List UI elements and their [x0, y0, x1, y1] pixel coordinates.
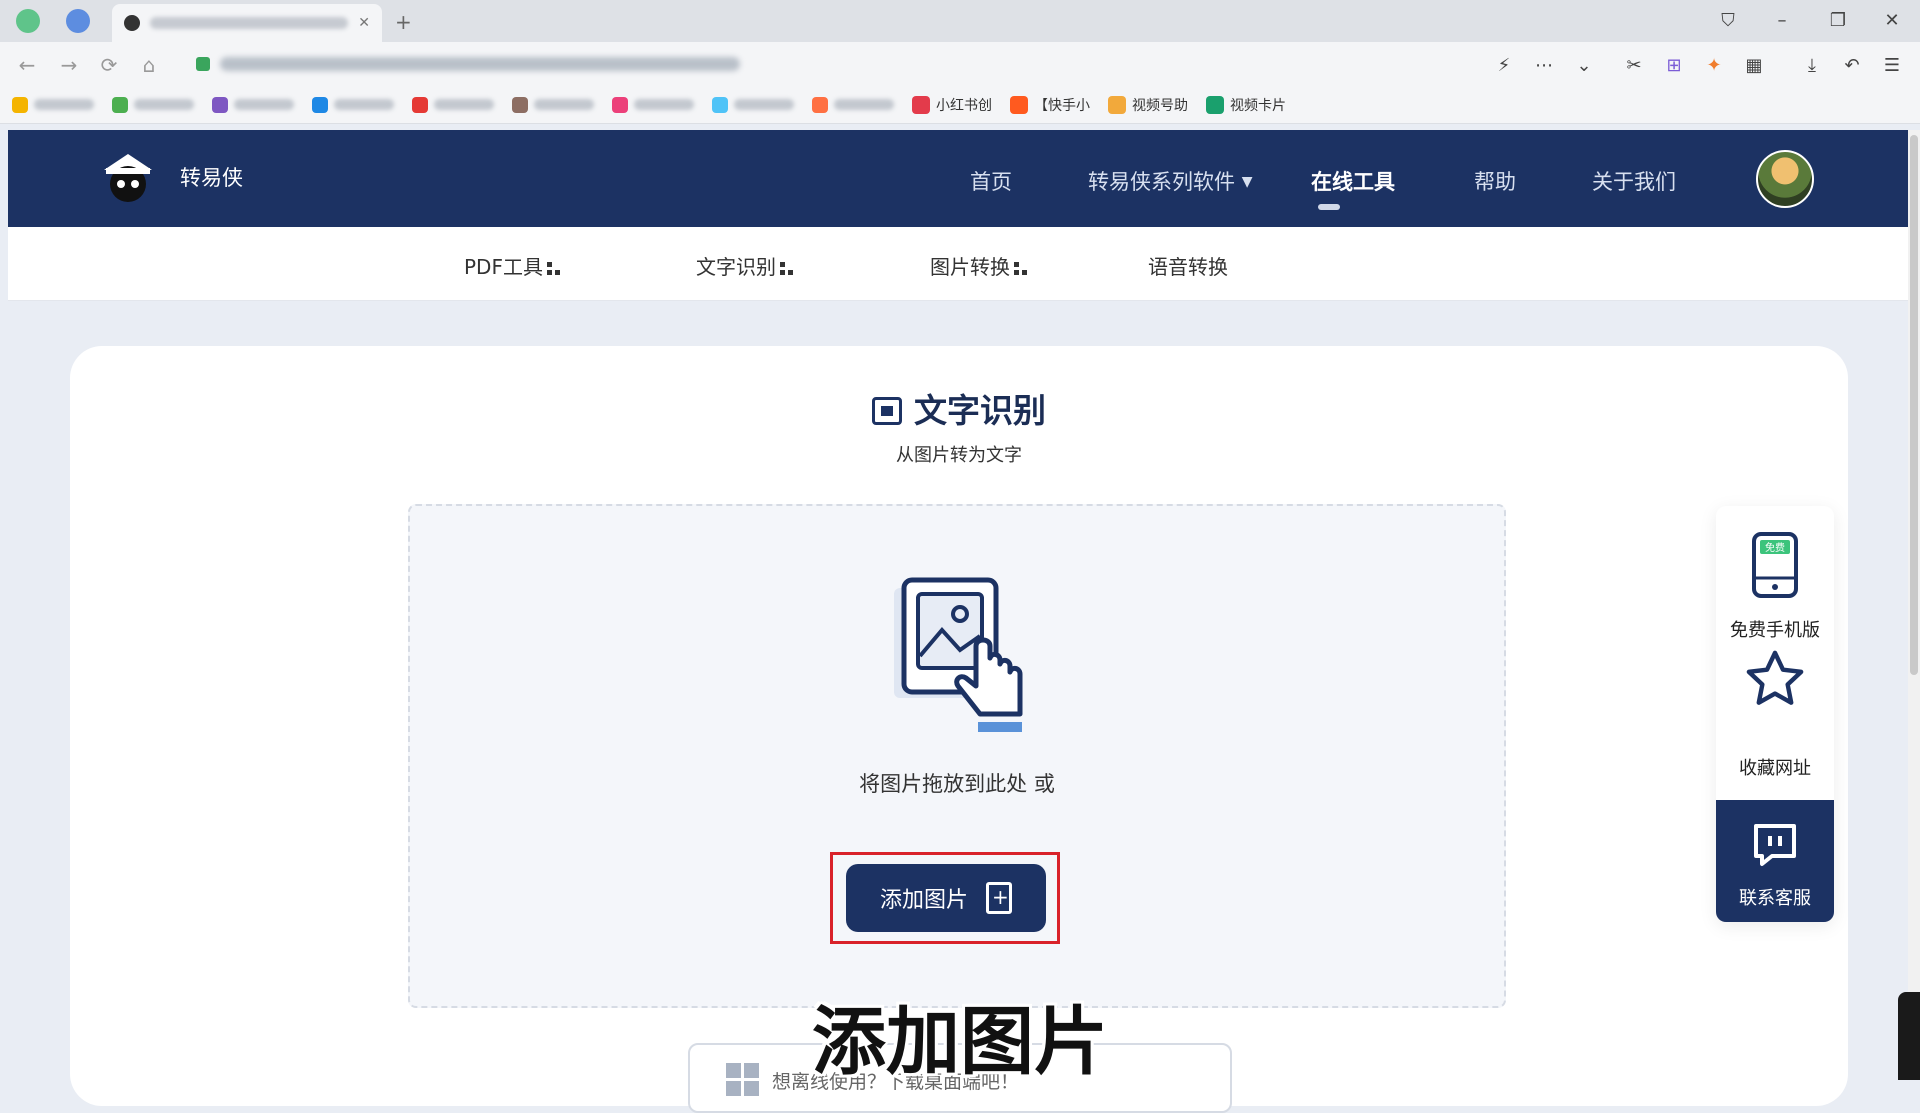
grid-icon [780, 262, 794, 276]
user-avatar[interactable] [1756, 150, 1814, 208]
free-mobile-version[interactable]: 免费 免费手机版 [1716, 506, 1834, 646]
floating-side-panel: 免费 免费手机版 收藏网址 联系客服 [1716, 506, 1834, 922]
subnav-ocr[interactable]: 文字识别 [696, 251, 794, 280]
nav-home[interactable]: 首页 [970, 166, 1012, 196]
home-icon[interactable]: ⌂ [134, 50, 164, 80]
page-title: 文字识别 [70, 384, 1848, 432]
subnav-voice-convert[interactable]: 语音转换 [1148, 251, 1228, 280]
browser-tabbar: ✕ + ⛉ – ❐ ✕ [0, 0, 1920, 42]
undo-icon[interactable]: ↶ [1838, 52, 1866, 80]
new-tab-icon[interactable]: + [395, 10, 412, 34]
site-name[interactable]: 转易侠 [180, 162, 243, 192]
bookmark-blurred[interactable] [612, 96, 694, 113]
bookmark-video-card[interactable]: 视频卡片 [1206, 95, 1286, 115]
tab-title-blurred [149, 17, 349, 29]
bookmark-channels[interactable]: 视频号助 [1108, 95, 1188, 115]
contact-service-button[interactable]: 联系客服 [1716, 800, 1834, 922]
browser-address-bar: ← → ⟳ ⌂ ⚡ ⋯ ⌄ ✂ ⊞ ✦ ▦ ⤓ ↶ ☰ [0, 42, 1920, 86]
image-upload-hand-icon [894, 577, 1023, 732]
minimize-icon[interactable]: – [1762, 6, 1802, 36]
svg-text:免费: 免费 [1765, 541, 1785, 554]
grid-icon [546, 262, 561, 276]
reload-icon[interactable]: ⟳ [94, 50, 124, 80]
tab-favicon-blue[interactable] [66, 9, 90, 33]
active-nav-indicator [1318, 204, 1340, 210]
close-window-icon[interactable]: ✕ [1872, 6, 1912, 36]
nav-online-tools[interactable]: 在线工具 [1311, 166, 1395, 196]
bookmark-kuaishou[interactable]: 【快手小 [1010, 95, 1090, 115]
nav-help[interactable]: 帮助 [1474, 166, 1516, 196]
drop-hint-text: 将图片拖放到此处 或 [859, 772, 1055, 796]
video-caption: 添加图片 [812, 999, 1108, 1085]
scrollbar-thumb[interactable] [1910, 135, 1918, 675]
lightning-icon[interactable]: ⚡ [1490, 52, 1518, 80]
sub-nav: PDF工具 文字识别 图片转换 语音转换 [8, 227, 1908, 301]
bookmark-blurred[interactable] [512, 96, 594, 113]
image-dropzone[interactable]: 将图片拖放到此处 或 添加图片 [408, 504, 1506, 1008]
secure-lock-icon [196, 57, 210, 71]
bookmark-icon [1010, 95, 1028, 114]
bookmark-icon [1206, 95, 1224, 114]
ninja-logo-icon[interactable] [98, 150, 158, 206]
add-file-icon [986, 882, 1012, 914]
extension-shirt-icon[interactable]: ⛉ [1708, 6, 1748, 36]
scissors-icon[interactable]: ✂ [1620, 52, 1648, 80]
page-subtitle: 从图片转为文字 [896, 445, 1022, 466]
tab-favicon-green[interactable] [16, 9, 40, 33]
bookmark-xiaohongshu[interactable]: 小红书创 [912, 95, 992, 115]
site-header: 转易侠 首页 转易侠系列软件 ▼ 在线工具 帮助 关于我们 [8, 130, 1908, 227]
subnav-pdf-tools[interactable]: PDF工具 [464, 251, 561, 280]
chevron-down-icon[interactable]: ⌄ [1570, 52, 1598, 80]
translate-icon[interactable]: ⊞ [1660, 52, 1688, 80]
close-tab-icon[interactable]: ✕ [358, 15, 370, 31]
bookmark-icon [912, 95, 930, 114]
game-icon[interactable]: ✦ [1700, 52, 1728, 80]
active-browser-tab[interactable]: ✕ [112, 4, 382, 42]
nav-about[interactable]: 关于我们 [1592, 166, 1676, 196]
subnav-image-convert[interactable]: 图片转换 [930, 251, 1028, 280]
apps-grid-icon[interactable]: ▦ [1740, 52, 1768, 80]
add-image-button[interactable]: 添加图片 [846, 864, 1046, 932]
more-icon[interactable]: ⋯ [1530, 52, 1558, 80]
star-icon [1746, 650, 1804, 705]
mobile-phone-icon: 免费 [1752, 532, 1798, 598]
bookmark-blurred[interactable] [12, 96, 94, 113]
grid-icon [1014, 262, 1028, 276]
menu-icon[interactable]: ☰ [1878, 52, 1906, 80]
bookmark-blurred[interactable] [712, 96, 794, 113]
bookmark-site[interactable]: 收藏网址 [1716, 646, 1834, 796]
url-text-blurred [220, 57, 740, 71]
url-input[interactable] [180, 48, 1480, 80]
bookmark-blurred[interactable] [412, 96, 494, 113]
download-icon[interactable]: ⤓ [1798, 52, 1826, 80]
bookmark-blurred[interactable] [812, 96, 894, 113]
tab-favicon [124, 15, 140, 31]
forward-icon[interactable]: → [54, 50, 84, 80]
caret-down-icon: ▼ [1241, 174, 1253, 190]
bookmark-icon [1108, 95, 1126, 114]
bookmarks-bar: 小红书创 【快手小 视频号助 视频卡片 [0, 86, 1920, 124]
ocr-icon [872, 397, 902, 425]
bookmark-blurred[interactable] [312, 96, 394, 113]
back-icon[interactable]: ← [12, 50, 42, 80]
bookmark-blurred[interactable] [212, 96, 294, 113]
chat-icon [1754, 824, 1796, 866]
nav-series-software[interactable]: 转易侠系列软件 ▼ [1088, 166, 1252, 196]
restore-icon[interactable]: ❐ [1818, 6, 1858, 36]
bookmark-blurred[interactable] [112, 96, 194, 113]
